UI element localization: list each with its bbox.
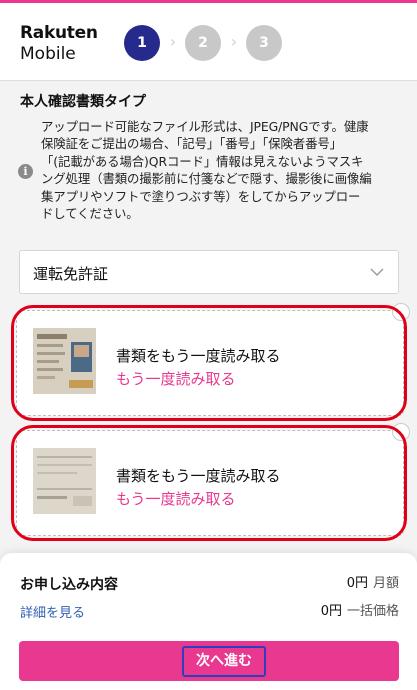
next-button-label: 次へ進む: [182, 646, 266, 677]
step-2-indicator: 2: [185, 25, 221, 61]
notice-line: 「(記載がある場合)QRコード」情報は見えないようマスキ: [41, 153, 364, 169]
upload-notice: アップロード可能なファイル形式は、JPEG/PNGです。健康 保険証をご提出の場…: [41, 118, 405, 222]
lump-price: 0円: [320, 604, 342, 619]
order-summary-title: お申し込み内容: [20, 577, 118, 593]
close-icon[interactable]: [392, 303, 410, 321]
notice-line: アップロード可能なファイル形式は、JPEG/PNGです。健康: [41, 119, 369, 134]
notice-line: ング処理（書類の撮影前に付箋などで隠す、撮影後に画像編: [41, 171, 372, 187]
section-title: 本人確認書類タイプ: [20, 94, 146, 110]
next-button[interactable]: 次へ進む: [19, 641, 399, 681]
document-type-select[interactable]: 運転免許証: [19, 250, 399, 294]
step-chevron-right-icon: ›: [169, 32, 177, 51]
lump-unit: 一括価格: [346, 604, 399, 619]
monthly-unit: 月額: [372, 576, 399, 591]
step-chevron-right-icon: ›: [230, 32, 238, 51]
close-icon[interactable]: [392, 423, 410, 441]
notice-line: 集アプリやソフトで塗りつぶす等）をしてからアップロー: [41, 188, 361, 204]
document-thumbnail-front: [33, 328, 96, 394]
lump-price-row: 0円 一括価格: [321, 600, 399, 619]
rescan-link[interactable]: もう一度読み取る: [116, 368, 236, 389]
document-type-value: 運転免許証: [33, 265, 109, 283]
document-card-front[interactable]: 書類をもう一度読み取る もう一度読み取る: [16, 303, 410, 416]
rescan-title: 書類をもう一度読み取る: [116, 347, 281, 365]
chevron-down-icon: [370, 268, 384, 276]
monthly-price: 0円: [346, 576, 368, 591]
document-thumbnail-back: [33, 448, 96, 514]
rescan-link[interactable]: もう一度読み取る: [116, 488, 236, 509]
notice-line: 保険証をご提出の場合、「記号」「番号」「保険者番号」: [41, 136, 342, 152]
header: Rakuten Mobile 1 › 2 › 3: [0, 3, 417, 81]
details-link[interactable]: 詳細を見る: [20, 602, 85, 621]
notice-line: ドしてください。: [41, 206, 139, 222]
step-1-indicator: 1: [124, 25, 160, 61]
order-summary-footer: お申し込み内容 詳細を見る 0円 月額 0円 一括価格 次へ進む: [0, 553, 417, 690]
logo-mobile: Mobile: [20, 44, 76, 64]
document-card-back[interactable]: 書類をもう一度読み取る もう一度読み取る: [16, 423, 410, 536]
info-icon: i: [18, 164, 33, 179]
monthly-price-row: 0円 月額: [347, 572, 399, 591]
logo-rakuten: Rakuten: [20, 23, 98, 43]
rescan-title: 書類をもう一度読み取る: [116, 467, 281, 485]
step-3-indicator: 3: [246, 25, 282, 61]
